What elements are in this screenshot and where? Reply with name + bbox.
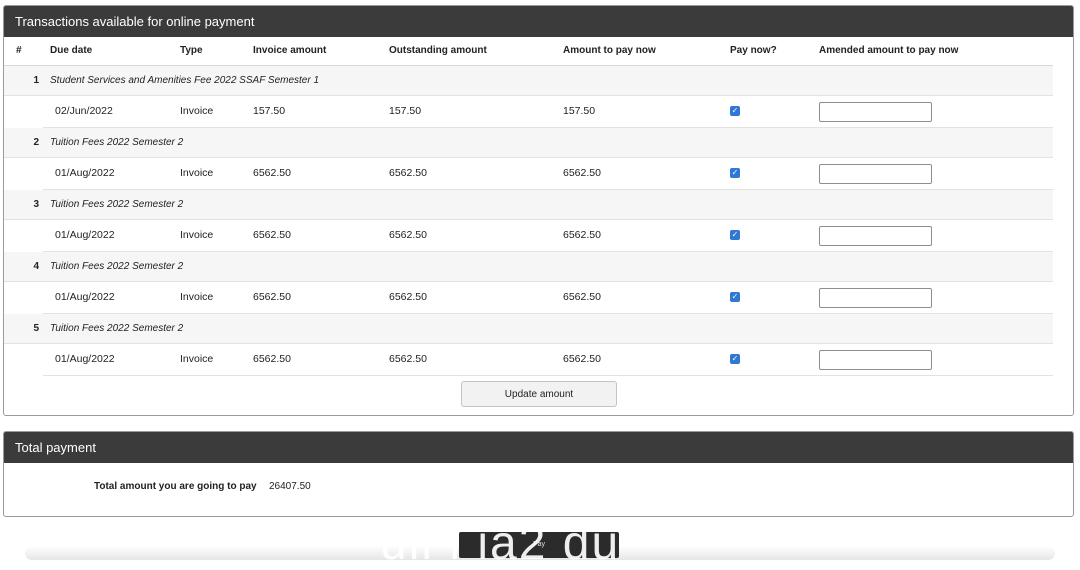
transaction-line-row: 01/Aug/2022 Invoice 6562.50 6562.50 6562… <box>43 282 1053 314</box>
type-cell: Invoice <box>180 291 214 303</box>
transaction-number: 3 <box>33 199 39 210</box>
overlay-watermark-text: ull i ia2 du <box>380 517 621 570</box>
amended-amount-input[interactable] <box>819 350 932 370</box>
due-date-cell: 01/Aug/2022 <box>55 229 115 241</box>
invoice-amount-cell: 6562.50 <box>253 229 291 241</box>
transaction-description-row: 2 Tuition Fees 2022 Semester 2 <box>4 128 1053 158</box>
pay-now-checkbox[interactable]: ✓ <box>730 168 740 178</box>
transaction-description: Tuition Fees 2022 Semester 2 <box>50 137 184 148</box>
type-cell: Invoice <box>180 167 214 179</box>
transaction-description-row: 4 Tuition Fees 2022 Semester 2 <box>4 252 1053 282</box>
transaction-line-row: 01/Aug/2022 Invoice 6562.50 6562.50 6562… <box>43 344 1053 376</box>
due-date-cell: 01/Aug/2022 <box>55 167 115 179</box>
transaction-number: 2 <box>33 137 39 148</box>
outstanding-amount-cell: 6562.50 <box>389 229 427 241</box>
transaction-number: 1 <box>33 75 39 86</box>
invoice-amount-cell: 6562.50 <box>253 167 291 179</box>
invoice-amount-cell: 157.50 <box>253 105 286 117</box>
due-date-cell: 01/Aug/2022 <box>55 291 115 303</box>
column-header-outstanding-amount: Outstanding amount <box>389 45 487 56</box>
type-cell: Invoice <box>180 105 214 117</box>
column-header-due-date: Due date <box>50 45 93 56</box>
transaction-line-row: 01/Aug/2022 Invoice 6562.50 6562.50 6562… <box>43 158 1053 190</box>
outstanding-amount-cell: 6562.50 <box>389 291 427 303</box>
total-amount-label: Total amount you are going to pay <box>94 481 257 492</box>
outstanding-amount-cell: 6562.50 <box>389 353 427 365</box>
transaction-description-row: 3 Tuition Fees 2022 Semester 2 <box>4 190 1053 220</box>
amount-to-pay-now-cell: 157.50 <box>563 105 596 117</box>
amount-to-pay-now-cell: 6562.50 <box>563 229 601 241</box>
transactions-panel: Transactions available for online paymen… <box>3 5 1074 416</box>
transaction-description: Tuition Fees 2022 Semester 2 <box>50 261 184 272</box>
table-header: # Due date Type Invoice amount Outstandi… <box>4 37 1053 66</box>
amended-amount-input[interactable] <box>819 288 932 308</box>
column-header-invoice-amount: Invoice amount <box>253 45 327 56</box>
transaction-number: 4 <box>33 261 39 272</box>
pay-now-checkbox[interactable]: ✓ <box>730 292 740 302</box>
pay-now-checkbox[interactable]: ✓ <box>730 354 740 364</box>
transaction-description: Student Services and Amenities Fee 2022 … <box>50 75 320 86</box>
invoice-amount-cell: 6562.50 <box>253 353 291 365</box>
transaction-line-row: 01/Aug/2022 Invoice 6562.50 6562.50 6562… <box>43 220 1053 252</box>
due-date-cell: 02/Jun/2022 <box>55 105 113 117</box>
pay-now-checkbox[interactable]: ✓ <box>730 106 740 116</box>
type-cell: Invoice <box>180 353 214 365</box>
column-header-amount-to-pay-now: Amount to pay now <box>563 45 656 56</box>
due-date-cell: 01/Aug/2022 <box>55 353 115 365</box>
transaction-description: Tuition Fees 2022 Semester 2 <box>50 199 184 210</box>
outstanding-amount-cell: 157.50 <box>389 105 422 117</box>
amount-to-pay-now-cell: 6562.50 <box>563 167 601 179</box>
amended-amount-input[interactable] <box>819 164 932 184</box>
amount-to-pay-now-cell: 6562.50 <box>563 291 601 303</box>
transaction-line-row: 02/Jun/2022 Invoice 157.50 157.50 157.50… <box>43 96 1053 128</box>
column-header-pay-now: Pay now? <box>730 45 777 56</box>
column-header-amended-amount: Amended amount to pay now <box>819 45 959 56</box>
amount-to-pay-now-cell: 6562.50 <box>563 353 601 365</box>
total-payment-panel: Total payment Total amount you are going… <box>3 431 1074 517</box>
column-header-type: Type <box>180 45 203 56</box>
footer-overlay: Pay ull i ia2 du <box>0 512 1080 568</box>
transaction-number: 5 <box>33 323 39 334</box>
transaction-description-row: 5 Tuition Fees 2022 Semester 2 <box>4 314 1053 344</box>
invoice-amount-cell: 6562.50 <box>253 291 291 303</box>
amended-amount-input[interactable] <box>819 226 932 246</box>
column-header-number: # <box>16 45 22 56</box>
total-amount-value: 26407.50 <box>269 481 311 492</box>
type-cell: Invoice <box>180 229 214 241</box>
transaction-description: Tuition Fees 2022 Semester 2 <box>50 323 184 334</box>
total-payment-title: Total payment <box>4 432 1073 463</box>
update-amount-button[interactable]: Update amount <box>461 381 617 407</box>
amended-amount-input[interactable] <box>819 102 932 122</box>
transaction-description-row: 1 Student Services and Amenities Fee 202… <box>4 66 1053 96</box>
transactions-panel-title: Transactions available for online paymen… <box>4 6 1073 37</box>
pay-now-checkbox[interactable]: ✓ <box>730 230 740 240</box>
outstanding-amount-cell: 6562.50 <box>389 167 427 179</box>
